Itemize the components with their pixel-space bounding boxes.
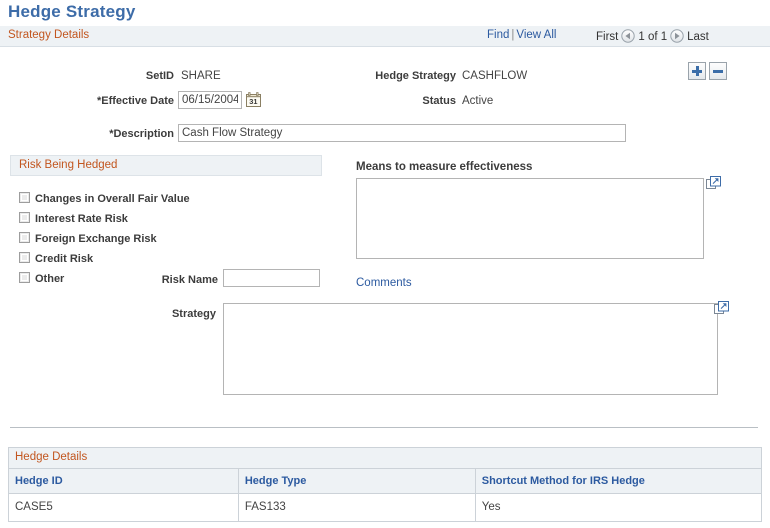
table-row[interactable]: CASE5 FAS133 Yes (9, 493, 761, 521)
risk-name-label: Risk Name (161, 274, 218, 286)
checkbox-label-credit-risk: Credit Risk (35, 253, 94, 265)
checkbox-row-changes-in-overall-fair-value[interactable]: Changes in Overall Fair Value (19, 192, 190, 208)
first-label[interactable]: First (596, 31, 618, 43)
checkbox-label-changes-in-overall-fair-value: Changes in Overall Fair Value (35, 193, 190, 205)
setid-label: SetID (145, 70, 174, 82)
expand-icon-strategy[interactable] (714, 301, 729, 315)
cell-hedge-type: FAS133 (238, 493, 476, 521)
effectiveness-textarea[interactable] (356, 178, 704, 259)
effective-date-label: *Effective Date (96, 95, 174, 107)
section-divider (10, 427, 758, 428)
checkbox-label-other: Other (35, 273, 65, 285)
checkbox-row-credit-risk[interactable]: Credit Risk (19, 252, 93, 268)
setid-value: SHARE (181, 70, 221, 82)
row-position-label: 1 of 1 (638, 31, 668, 43)
hedge-details-section-label: Hedge Details (15, 451, 88, 463)
last-label[interactable]: Last (687, 31, 709, 43)
status-value: Active (462, 95, 494, 107)
strategy-details-section-label: Strategy Details (8, 29, 90, 41)
add-row-button[interactable] (688, 62, 706, 80)
table-header-row: Hedge ID Hedge Type Shortcut Method for … (9, 468, 761, 494)
effective-date-input[interactable] (178, 91, 242, 109)
checkbox-other[interactable] (19, 272, 30, 283)
nav-separator: | (511, 29, 515, 41)
column-header-hedge-id[interactable]: Hedge ID (9, 468, 239, 494)
hedge-details-table: Hedge ID Hedge Type Shortcut Method for … (9, 468, 761, 521)
hedge-strategy-value: CASHFLOW (462, 70, 528, 82)
description-label: *Description (109, 128, 174, 140)
risk-being-hedged-section-label: Risk Being Hedged (19, 159, 118, 171)
hedge-details-section-bar: Hedge Details (9, 448, 761, 468)
next-arrow-icon[interactable] (670, 29, 684, 43)
calendar-icon[interactable]: 31 (246, 92, 261, 107)
checkbox-foreign-exchange-risk[interactable] (19, 232, 30, 243)
expand-icon-effectiveness[interactable] (706, 176, 721, 190)
checkbox-label-foreign-exchange-risk: Foreign Exchange Risk (35, 233, 157, 245)
description-input[interactable] (178, 124, 626, 142)
minus-icon (710, 63, 726, 79)
checkbox-row-other[interactable]: Other (19, 272, 64, 288)
checkbox-interest-rate-risk[interactable] (19, 212, 30, 223)
row-paging-group: First 1 of 1 Last (596, 29, 709, 45)
risk-being-hedged-section-bar: Risk Being Hedged (10, 155, 322, 176)
cell-hedge-id: CASE5 (9, 493, 239, 521)
delete-row-button[interactable] (709, 62, 727, 80)
comments-link[interactable]: Comments (356, 277, 412, 289)
previous-arrow-icon[interactable] (621, 29, 636, 43)
find-link[interactable]: Find (487, 29, 509, 41)
hedge-strategy-label: Hedge Strategy (375, 70, 456, 82)
view-all-link[interactable]: View All (516, 29, 556, 41)
hedge-details-panel: Hedge Details Hedge ID Hedge Type Shortc… (8, 447, 762, 522)
checkbox-changes-in-overall-fair-value[interactable] (19, 192, 30, 203)
cell-shortcut-method: Yes (475, 493, 761, 521)
risk-name-input[interactable] (223, 269, 320, 287)
find-view-all-group: Find | View All (487, 29, 556, 45)
column-header-hedge-type[interactable]: Hedge Type (238, 468, 476, 494)
strategy-label: Strategy (171, 308, 216, 320)
svg-text:31: 31 (249, 97, 257, 106)
checkbox-label-interest-rate-risk: Interest Rate Risk (35, 213, 128, 225)
plus-icon (689, 63, 705, 79)
checkbox-row-interest-rate-risk[interactable]: Interest Rate Risk (19, 212, 128, 228)
effectiveness-label: Means to measure effectiveness (356, 161, 533, 173)
page-title: Hedge Strategy (8, 2, 136, 21)
checkbox-row-foreign-exchange-risk[interactable]: Foreign Exchange Risk (19, 232, 157, 248)
checkbox-credit-risk[interactable] (19, 252, 30, 263)
status-label: Status (422, 95, 456, 107)
column-header-shortcut-method[interactable]: Shortcut Method for IRS Hedge (475, 468, 761, 494)
strategy-textarea[interactable] (223, 303, 718, 395)
